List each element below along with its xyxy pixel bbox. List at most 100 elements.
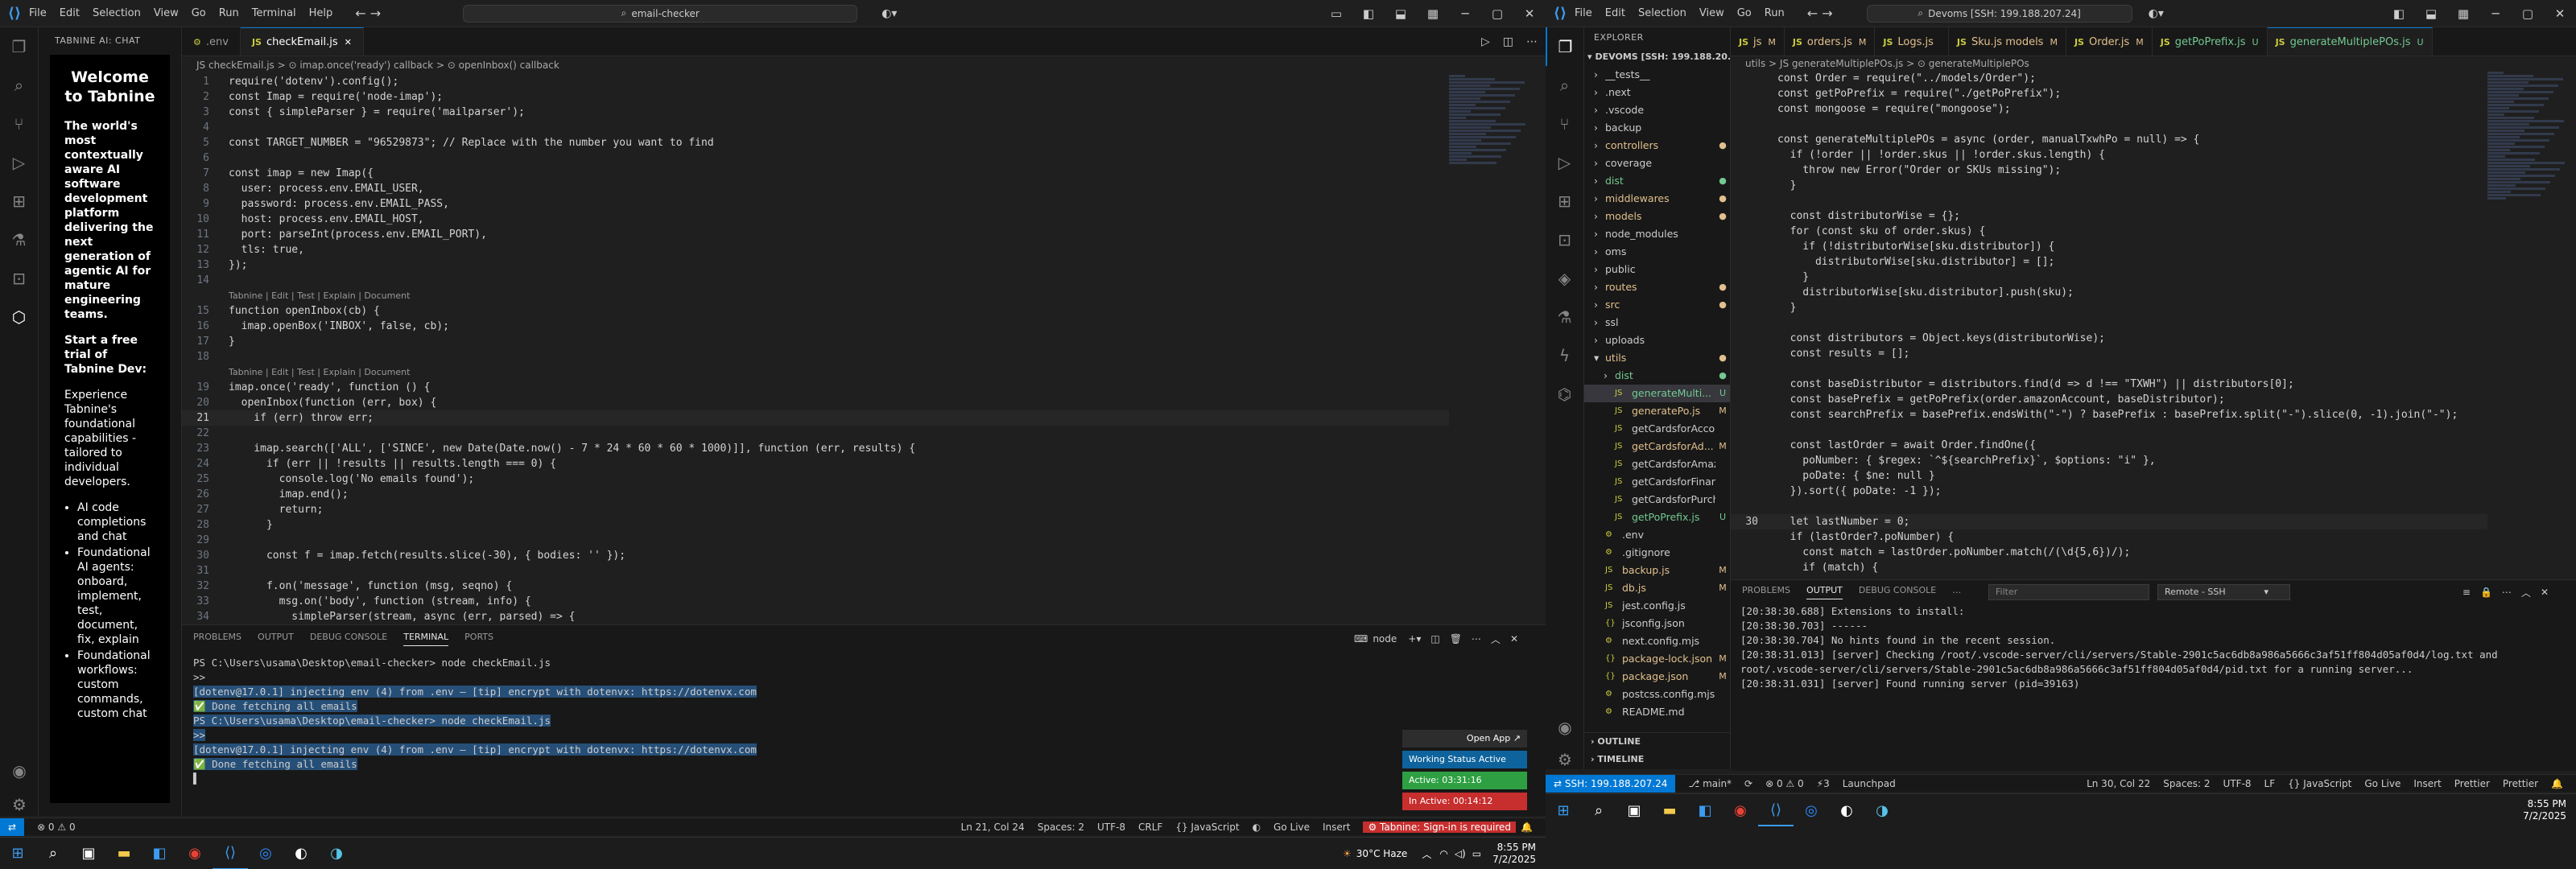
panel-tab-ports[interactable]: PORTS [464,632,493,646]
tree-item[interactable]: › .next [1584,84,1730,101]
remote-explorer-icon[interactable]: ⊡ [1546,220,1583,259]
close-panel-icon[interactable]: ✕ [2541,587,2549,598]
tree-item[interactable]: JS generateMulti... U [1584,385,1730,402]
problems-count[interactable]: ⊗ 0 ⚠ 0 [1765,778,1804,789]
toggle-sidebar-icon[interactable]: ◧ [2383,6,2415,21]
tree-item[interactable]: JS getCardsforPurchasi... [1584,491,1730,509]
maximize-icon[interactable]: ▢ [2512,6,2544,21]
tree-item[interactable]: JS generatePo.js M [1584,402,1730,420]
more-actions-icon[interactable]: ⋯ [1472,633,1481,645]
taskbar-search-icon[interactable]: ⌕ [1581,794,1616,826]
tree-item[interactable]: JS jest.config.js [1584,597,1730,615]
weather-text[interactable]: 30°C Haze [1356,848,1408,859]
tree-item[interactable]: › dist ● [1584,367,1730,385]
close-icon[interactable]: ✕ [345,37,352,47]
tree-item[interactable]: › __tests__ [1584,66,1730,84]
windows-start-icon[interactable]: ⊞ [0,838,35,869]
battery-icon[interactable]: ▭ [1472,848,1481,859]
run-debug-icon[interactable]: ▷ [0,143,38,182]
split-terminal-icon[interactable]: ◫ [1430,633,1439,645]
customize-layout-icon[interactable]: ▦ [1417,6,1449,21]
tree-item[interactable]: ⚙ README.md [1584,703,1730,721]
tree-item[interactable]: JS backup.js M [1584,562,1730,579]
tree-item[interactable]: › ssl [1584,314,1730,332]
menu-item-edit[interactable]: Edit [1605,7,1625,19]
testing-icon[interactable]: ⚗ [0,220,38,259]
chrome-icon[interactable]: ◉ [1723,794,1758,826]
tree-item[interactable]: JS getCardsforAccount.js [1584,420,1730,438]
minimize-icon[interactable]: ─ [2479,6,2512,21]
output-channel-select[interactable]: Remote - SSH ▾ [2157,584,2290,600]
customize-layout-icon[interactable]: ▦ [2447,6,2479,21]
tree-item[interactable]: › oms [1584,243,1730,261]
tab-getpoprefix-js[interactable]: JS getPoPrefix.js U [2153,27,2268,56]
indentation[interactable]: Spaces: 2 [1038,822,1084,833]
tab-checkemail-js[interactable]: JS checkEmail.js ✕ [240,27,364,56]
panel-tab-terminal[interactable]: TERMINAL [403,632,449,646]
account-icon[interactable]: ◉ [0,752,39,790]
panel-tab-debug-console[interactable]: DEBUG CONSOLE [310,632,387,646]
explorer-icon[interactable]: ❐ [1546,27,1583,66]
list-icon[interactable]: ≡ [2462,587,2471,598]
app-icon[interactable]: ◐ [1829,794,1864,826]
extensions-icon[interactable]: ⊞ [0,182,38,220]
zoom-icon[interactable]: ◎ [1794,794,1829,826]
tree-item[interactable]: JS getCardsforAmazon.js [1584,455,1730,473]
tree-item[interactable]: ⚙ postcss.config.mjs [1584,686,1730,703]
tab-generatemultiplepos-js[interactable]: JS generateMultiplePOs.js U [2267,27,2433,56]
tree-item[interactable]: › node_modules [1584,225,1730,243]
nav-back-forward-icon[interactable]: ← → [355,6,381,21]
volume-icon[interactable]: ◁) [1455,848,1466,859]
close-icon[interactable]: ✕ [1513,6,1546,21]
tree-item[interactable]: {} package-lock.json M [1584,650,1730,668]
vscode-taskbar-icon[interactable]: ⟨⟩ [1758,794,1794,826]
right-breadcrumb[interactable]: utils > JS generateMultiplePOs.js > ⊙ ge… [1731,56,2576,71]
tree-item[interactable]: › public [1584,261,1730,278]
close-icon[interactable]: ✕ [2544,6,2576,21]
windows-start-icon[interactable]: ⊞ [1546,794,1581,826]
tree-item[interactable]: ⚙ next.config.mjs [1584,632,1730,650]
panel-tab-output[interactable]: OUTPUT [258,632,294,646]
menu-item-run[interactable]: Run [219,7,239,19]
tab-logs-js[interactable]: JS Logs.js [1875,27,1949,56]
tray-chevron-icon[interactable]: ︿ [1422,847,1431,861]
tab-orders-js[interactable]: JS orders.js M [1785,27,1876,56]
timeline-section[interactable]: › TIMELINE [1591,751,1730,768]
terminal-shell-name[interactable]: node [1373,633,1397,645]
notifications-bell-icon[interactable]: 🔔 [2551,778,2563,789]
encoding[interactable]: UTF-8 [1097,822,1125,833]
tree-item[interactable]: › .vscode [1584,101,1730,119]
thunder-client-icon[interactable]: ϟ [1546,336,1583,375]
code-lens[interactable]: Tabnine | Edit | Test | Explain | Docume… [182,364,1449,380]
go-live-button[interactable]: Go Live [2364,778,2401,789]
code-lens[interactable]: Tabnine | Edit | Test | Explain | Docume… [182,288,1449,303]
file-explorer-icon[interactable]: ▬ [106,838,142,869]
encoding[interactable]: UTF-8 [2223,778,2252,789]
line-ending[interactable]: CRLF [1138,822,1162,833]
sync-icon[interactable]: ⟳ [1744,778,1752,789]
output-log[interactable]: [20:38:30.688] Extensions to install: [20… [1731,604,2576,691]
menu-item-terminal[interactable]: Terminal [252,7,296,19]
run-file-icon[interactable]: ▷ [1481,35,1490,48]
menu-item-help[interactable]: Help [309,7,333,19]
left-minimap[interactable] [1449,74,1538,621]
left-code-editor[interactable]: 1 require('dotenv').config(); 2 const Imap … [182,74,1449,621]
tab-js[interactable]: JS js M [1731,27,1785,56]
tree-item[interactable]: JS getCardsforFinance.js [1584,473,1730,491]
right-code-editor[interactable]: const Order = require("../models/Order")… [1731,71,2487,576]
search-icon[interactable]: ⌕ [0,66,38,105]
tree-item[interactable]: ⚙ .env [1584,526,1730,544]
menu-item-file[interactable]: File [1575,7,1592,19]
file-explorer-icon[interactable]: ▬ [1652,794,1687,826]
maximize-panel-icon[interactable]: ︿ [1491,632,1501,646]
tree-item[interactable]: › coverage [1584,154,1730,172]
menu-item-view[interactable]: View [154,7,179,19]
taskbar-search-icon[interactable]: ⌕ [35,838,71,869]
zoom-icon[interactable]: ◎ [248,838,283,869]
cursor-position[interactable]: Ln 30, Col 22 [2087,778,2150,789]
menu-item-view[interactable]: View [1699,7,1724,19]
clock[interactable]: 8:55 PM 7/2/2025 [2523,798,2566,822]
panel-tab-more[interactable]: … [1952,585,1961,599]
tree-item[interactable]: {} jsconfig.json [1584,615,1730,632]
launchpad-button[interactable]: Launchpad [1843,778,1896,789]
